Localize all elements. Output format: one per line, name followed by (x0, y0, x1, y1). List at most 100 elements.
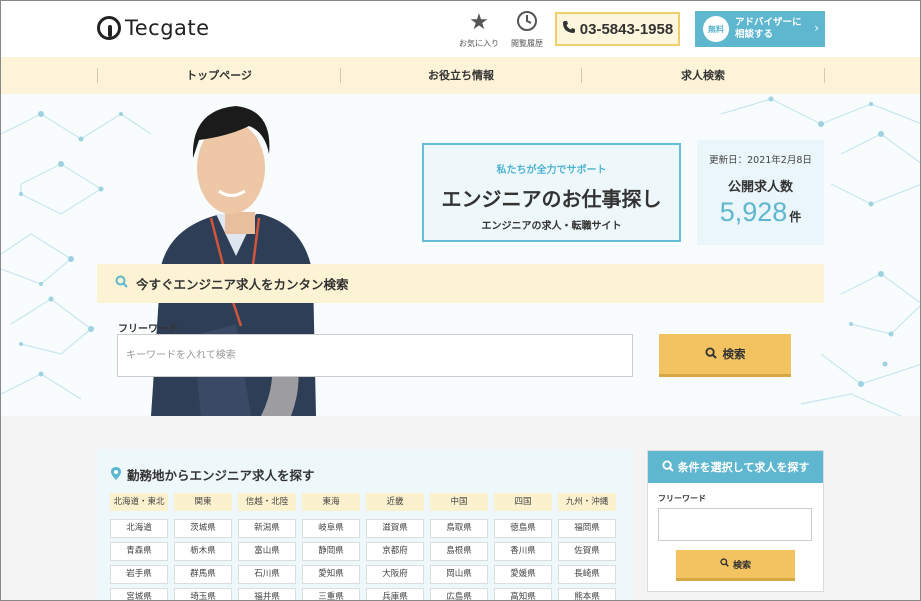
favorites-label: お気に入り (459, 39, 499, 48)
region-tab-tokai[interactable]: 東海 (302, 493, 360, 511)
nav-item-job-search[interactable]: 求人検索 (582, 57, 824, 94)
free-badge: 無料 (703, 16, 729, 42)
freeword-search-input[interactable] (117, 334, 633, 377)
prefecture-link[interactable]: 石川県 (238, 565, 296, 584)
region-tab-kinki[interactable]: 近畿 (366, 493, 424, 511)
prefecture-link[interactable]: 愛知県 (302, 565, 360, 584)
phone-number[interactable]: 03-5843-1958 (555, 12, 680, 46)
job-count-value: 5,928 (719, 197, 788, 227)
prefecture-link[interactable]: 福井県 (238, 588, 296, 600)
search-icon (662, 459, 674, 475)
advisor-text: アドバイザーに 相談する (735, 17, 802, 41)
catch-subtitle: 私たちが全力でサポート (496, 165, 607, 176)
prefecture-link[interactable]: 滋賀県 (366, 519, 424, 538)
hero-catch-box: 私たちが全力でサポート エンジニアのお仕事探し エンジニアの求人・転職サイト (422, 143, 681, 242)
prefecture-link[interactable]: 北海道 (110, 519, 168, 538)
side-freeword-input[interactable] (658, 508, 812, 541)
site-header: Tecgate ★ お気に入り 閲覧履歴 03-5843-1958 無料 アドバ… (1, 1, 920, 57)
side-freeword-label: フリーワード (658, 494, 706, 503)
region-tab-chugoku[interactable]: 中国 (430, 493, 488, 511)
prefecture-link[interactable]: 群馬県 (174, 565, 232, 584)
quick-search-title: 今すぐエンジニア求人をカンタン検索 (136, 277, 349, 292)
search-button-label: 検索 (722, 347, 746, 361)
updated-date: 更新日：2021年2月8日 (709, 155, 812, 166)
global-nav: トップページ お役立ち情報 求人検索 (1, 57, 920, 94)
map-pin-icon (111, 466, 121, 483)
freeword-label: フリーワード (118, 324, 178, 335)
region-tab-shikoku[interactable]: 四国 (494, 493, 552, 511)
prefecture-link[interactable]: 香川県 (494, 542, 552, 561)
region-tab-kyushu-okinawa[interactable]: 九州・沖縄 (558, 493, 616, 511)
condition-search-header: 条件を選択して求人を探す (648, 451, 823, 483)
prefecture-link[interactable]: 富山県 (238, 542, 296, 561)
prefecture-link[interactable]: 岩手県 (110, 565, 168, 584)
nav-item-top[interactable]: トップページ (98, 57, 340, 94)
catch-title: エンジニアのお仕事探し (441, 187, 662, 211)
prefecture-link[interactable]: 福岡県 (558, 519, 616, 538)
side-search-button-label: 検索 (732, 560, 751, 571)
prefecture-row: 青森県 栃木県 富山県 静岡県 京都府 島根県 香川県 佐賀県 (110, 542, 616, 561)
region-tab-shinetsu-hokuriku[interactable]: 信越・北陸 (238, 493, 296, 511)
clock-icon (502, 10, 552, 36)
star-icon: ★ (469, 10, 489, 35)
prefecture-link[interactable]: 京都府 (366, 542, 424, 561)
logo-text: Tecgate (125, 16, 210, 40)
site-logo[interactable]: Tecgate (97, 16, 210, 40)
search-icon (720, 558, 729, 570)
prefecture-link[interactable]: 長崎県 (558, 565, 616, 584)
area-search-box: 勤務地からエンジニア求人を探す 北海道・東北 関東 信越・北陸 東海 近畿 中国… (97, 449, 633, 600)
chevron-right-icon: › (814, 21, 819, 35)
prefecture-link[interactable]: 愛媛県 (494, 565, 552, 584)
area-title-text: 勤務地からエンジニア求人を探す (127, 468, 315, 483)
prefecture-row: 北海道 茨城県 新潟県 岐阜県 滋賀県 鳥取県 徳島県 福岡県 (110, 519, 616, 538)
hero-section: 私たちが全力でサポート エンジニアのお仕事探し エンジニアの求人・転職サイト 更… (1, 94, 920, 416)
prefecture-link[interactable]: 青森県 (110, 542, 168, 561)
advisor-line1: アドバイザーに (735, 17, 802, 28)
quick-search-header: 今すぐエンジニア求人をカンタン検索 (97, 264, 824, 303)
search-icon (704, 346, 717, 362)
prefecture-link[interactable]: 三重県 (302, 588, 360, 600)
nav-divider (824, 68, 825, 83)
region-tab-kanto[interactable]: 関東 (174, 493, 232, 511)
condition-search-title: 条件を選択して求人を探す (677, 461, 810, 474)
nav-item-useful-info[interactable]: お役立ち情報 (341, 57, 581, 94)
prefecture-link[interactable]: 徳島県 (494, 519, 552, 538)
prefecture-row: 岩手県 群馬県 石川県 愛知県 大阪府 岡山県 愛媛県 長崎県 (110, 565, 616, 584)
prefecture-link[interactable]: 栃木県 (174, 542, 232, 561)
prefecture-link[interactable]: 静岡県 (302, 542, 360, 561)
prefecture-link[interactable]: 宮城県 (110, 588, 168, 600)
advisor-line2: 相談する (735, 29, 774, 40)
job-count-title: 公開求人数 (727, 180, 793, 195)
prefecture-link[interactable]: 茨城県 (174, 519, 232, 538)
phone-icon (562, 20, 576, 38)
search-button[interactable]: 検索 (659, 334, 791, 377)
prefecture-link[interactable]: 鳥取県 (430, 519, 488, 538)
prefecture-link[interactable]: 高知県 (494, 588, 552, 600)
side-search-button[interactable]: 検索 (676, 550, 795, 581)
prefecture-link[interactable]: 岐阜県 (302, 519, 360, 538)
job-count: 5,928 件 (697, 197, 824, 228)
prefecture-link[interactable]: 佐賀県 (558, 542, 616, 561)
advisor-consult-button[interactable]: 無料 アドバイザーに 相談する › (695, 11, 825, 47)
condition-search-panel: 条件を選択して求人を探す フリーワード 検索 (647, 450, 824, 592)
prefecture-link[interactable]: 岡山県 (430, 565, 488, 584)
search-icon (115, 275, 128, 292)
favorites-link[interactable]: ★ お気に入り (454, 10, 504, 49)
prefecture-link[interactable]: 広島県 (430, 588, 488, 600)
prefecture-link[interactable]: 島根県 (430, 542, 488, 561)
area-search-title: 勤務地からエンジニア求人を探す (111, 465, 315, 484)
page: Tecgate ★ お気に入り 閲覧履歴 03-5843-1958 無料 アドバ… (0, 0, 921, 601)
region-tab-hokkaido-tohoku[interactable]: 北海道・東北 (110, 493, 168, 511)
history-label: 閲覧履歴 (511, 39, 543, 48)
prefecture-link[interactable]: 大阪府 (366, 565, 424, 584)
history-link[interactable]: 閲覧履歴 (502, 10, 552, 49)
catch-tagline: エンジニアの求人・転職サイト (481, 221, 622, 232)
logo-mark-icon (97, 16, 121, 40)
prefecture-link[interactable]: 新潟県 (238, 519, 296, 538)
prefecture-link[interactable]: 熊本県 (558, 588, 616, 600)
phone-text: 03-5843-1958 (579, 20, 674, 38)
job-count-unit: 件 (789, 210, 802, 224)
region-row: 北海道・東北 関東 信越・北陸 東海 近畿 中国 四国 九州・沖縄 (110, 493, 616, 511)
prefecture-link[interactable]: 埼玉県 (174, 588, 232, 600)
prefecture-link[interactable]: 兵庫県 (366, 588, 424, 600)
